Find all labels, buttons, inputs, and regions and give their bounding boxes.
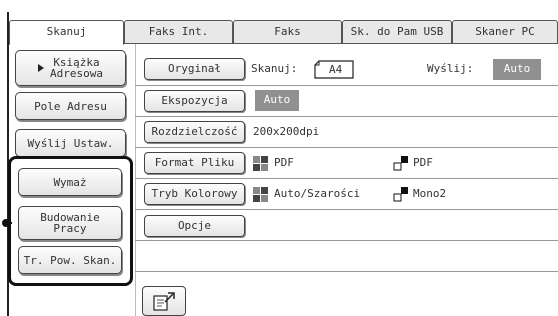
mono-stair-icon — [393, 186, 409, 205]
tab-fax[interactable]: Faks — [233, 20, 342, 43]
color-grid-icon — [253, 187, 268, 202]
scan-preview-icon — [153, 292, 175, 311]
paper-size-value: A4 — [329, 63, 343, 76]
original-button[interactable]: Oryginał — [144, 58, 245, 80]
send-settings-label: Wyślij Ustaw. — [27, 136, 114, 150]
callout-dot — [2, 219, 10, 227]
color-grid-icon — [253, 156, 268, 171]
tab-scan-to-usb[interactable]: Sk. do Pam USB — [342, 20, 452, 43]
tab-scan[interactable]: Skanuj — [9, 20, 124, 45]
file-format-value-1: PDF — [274, 156, 294, 169]
highlight-box — [8, 156, 133, 286]
address-book-button[interactable]: Książka Adresowa — [15, 50, 126, 86]
triangle-right-icon — [38, 64, 44, 72]
exposure-value-badge: Auto — [255, 90, 299, 111]
exposure-button[interactable]: Ekspozycja — [144, 90, 245, 112]
tab-internet-fax[interactable]: Faks Int. — [124, 20, 233, 43]
color-mode-button[interactable]: Tryb Kolorowy — [144, 183, 245, 205]
resolution-button[interactable]: Rozdzielczość — [144, 121, 245, 143]
send-label: Wyślij: — [427, 62, 474, 75]
resolution-value: 200x200dpi — [253, 125, 320, 138]
tab-pc-scan[interactable]: Skaner PC — [452, 20, 558, 43]
row-empty — [135, 241, 558, 272]
address-book-label: Książka Adresowa — [50, 56, 103, 80]
scan-preview-button[interactable] — [142, 286, 186, 316]
file-format-button[interactable]: Format Pliku — [144, 152, 245, 174]
color-mode-value-2: Mono2 — [413, 187, 447, 200]
send-value-badge: Auto — [493, 59, 541, 80]
mono-stair-icon — [393, 155, 409, 174]
scan-label: Skanuj: — [251, 62, 298, 75]
file-format-value-2: PDF — [413, 156, 433, 169]
address-field-label: Pole Adresu — [34, 99, 107, 113]
color-mode-value-1: Auto/Szarości — [274, 187, 361, 200]
send-settings-button[interactable]: Wyślij Ustaw. — [15, 129, 126, 157]
options-button[interactable]: Opcje — [144, 215, 245, 237]
address-field-button[interactable]: Pole Adresu — [15, 92, 126, 120]
